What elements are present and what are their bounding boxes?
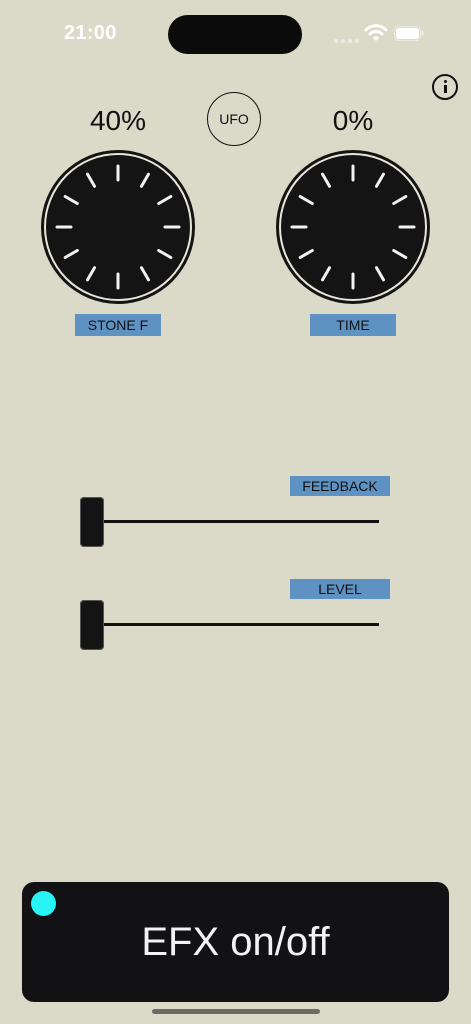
feedback-track[interactable]: [92, 520, 379, 523]
time-label: TIME: [310, 314, 396, 336]
level-track[interactable]: [92, 623, 379, 626]
home-indicator: [152, 1009, 320, 1014]
time-value: 0%: [332, 105, 374, 136]
feedback-slider-thumb[interactable]: [80, 497, 104, 547]
cellular-signal-icon: [334, 39, 359, 43]
level-slider-thumb[interactable]: [80, 600, 104, 650]
status-time: 21:00: [64, 22, 117, 44]
battery-icon: [394, 26, 424, 41]
level-label: LEVEL: [290, 579, 390, 599]
stone-f-label: STONE F: [75, 314, 161, 336]
time-knob[interactable]: [274, 148, 432, 306]
wifi-icon: [364, 24, 388, 41]
stone-f-value: 40%: [89, 105, 147, 136]
stone-f-knob[interactable]: [39, 148, 197, 306]
efx-status-led: [31, 891, 56, 916]
efx-toggle-button[interactable]: EFX on/off: [22, 882, 449, 1002]
info-icon[interactable]: [432, 74, 458, 100]
ufo-button[interactable]: UFO: [207, 92, 261, 146]
feedback-label: FEEDBACK: [290, 476, 390, 496]
dynamic-island: [168, 15, 302, 54]
